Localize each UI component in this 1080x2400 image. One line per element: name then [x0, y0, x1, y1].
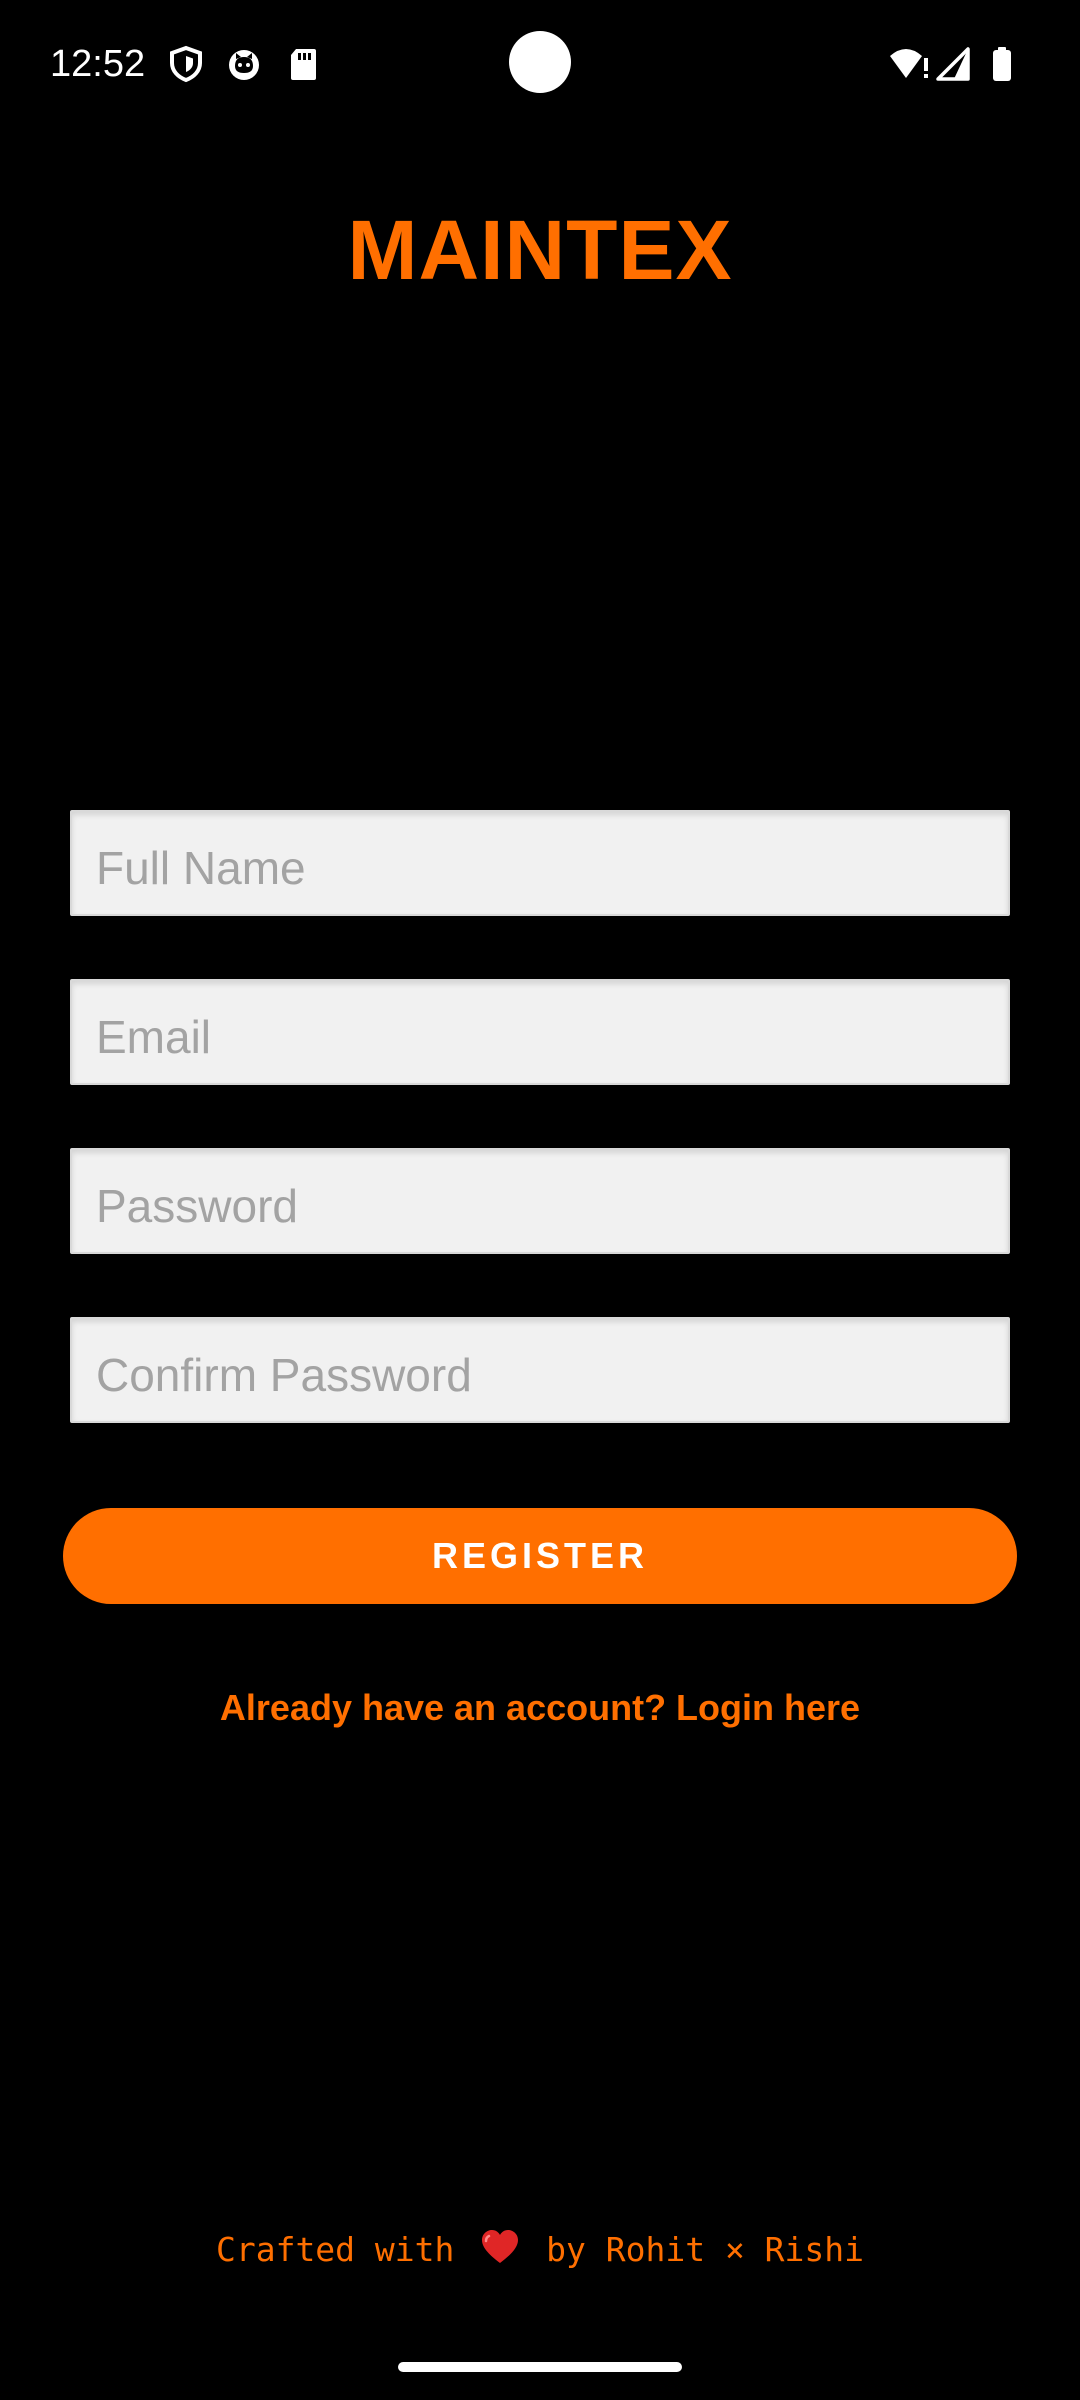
sd-card-icon — [291, 49, 316, 80]
confirm-password-field-container — [70, 1317, 1010, 1423]
password-field-container — [70, 1148, 1010, 1254]
confirm-password-input[interactable] — [72, 1319, 1008, 1421]
cellular-signal-icon — [936, 47, 970, 81]
full-name-input[interactable] — [72, 812, 1008, 914]
footer-suffix: by Rohit × Rishi — [546, 2230, 865, 2269]
heart-icon — [482, 2230, 519, 2263]
email-input[interactable] — [72, 981, 1008, 1083]
footer-credit: Crafted with by Rohit × Rishi — [0, 2226, 1080, 2274]
email-field-container — [70, 979, 1010, 1085]
battery-icon — [993, 47, 1011, 81]
full-name-field-container — [70, 810, 1010, 916]
footer-prefix: Crafted with — [215, 2230, 455, 2269]
login-link[interactable]: Already have an account? Login here — [0, 1683, 1080, 1733]
app-title: MAINTEX — [347, 203, 733, 297]
status-time: 12:52 — [50, 43, 146, 85]
status-bar: 12:52 — [0, 0, 1080, 130]
home-indicator[interactable] — [398, 2362, 682, 2372]
password-input[interactable] — [72, 1150, 1008, 1252]
shield-icon — [170, 45, 202, 83]
register-button[interactable]: REGISTER — [63, 1508, 1017, 1604]
front-camera — [509, 31, 571, 93]
wifi-alert-icon — [890, 49, 928, 78]
cat-face-icon — [229, 50, 259, 80]
